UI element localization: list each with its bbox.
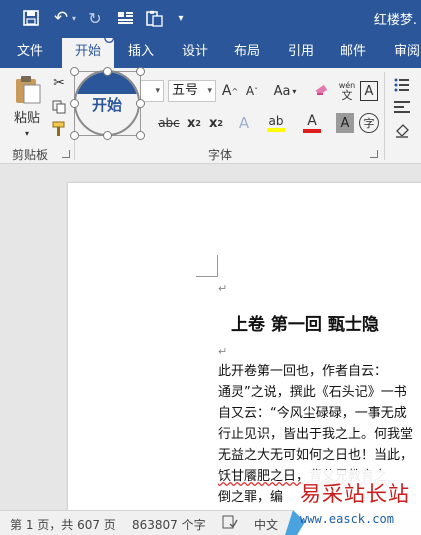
paste-button[interactable]: 粘贴 [8, 74, 46, 126]
resize-handle[interactable] [103, 131, 112, 140]
chapter-heading: 上卷 第一回 甄士隐 [231, 315, 379, 335]
redo-icon[interactable]: ↻ [86, 8, 104, 28]
font-color-button[interactable]: A [298, 110, 326, 136]
body-line: 通灵”之说，撰此《石头记》一书 [218, 385, 407, 400]
rotate-handle-icon[interactable]: ↻ [99, 30, 119, 48]
chevron-down-icon: ▾ [155, 86, 160, 96]
resize-handle[interactable] [103, 67, 112, 76]
change-case-button[interactable]: Aa ▾ [270, 80, 300, 102]
paste-label: 粘贴 [13, 110, 40, 126]
copy-icon[interactable] [50, 98, 68, 116]
proofing-icon[interactable] [222, 514, 238, 533]
bullets-icon[interactable] [392, 76, 412, 94]
tab-references[interactable]: 引用 [276, 36, 326, 68]
home-tab-callout: 开始 [74, 70, 140, 136]
paragraph-mark: ↵ [218, 282, 228, 295]
character-shading-button[interactable]: A [336, 113, 354, 133]
enclose-characters-button[interactable]: 字 [359, 113, 379, 133]
font-size-value: 五号 [172, 83, 199, 98]
document-title: 红楼梦. [373, 13, 417, 28]
watermark-url: www.easck.com [300, 512, 394, 526]
save-icon[interactable] [22, 8, 40, 28]
clipboard-icon[interactable] [144, 8, 164, 28]
body-line: 自又云：“今风尘碌碌，一事无成 [218, 406, 407, 421]
paste-dropdown-icon[interactable]: ▾ [22, 128, 32, 138]
tab-review[interactable]: 审阅 [384, 36, 421, 68]
subscript-button[interactable]: x2 [184, 112, 204, 134]
resize-handle[interactable] [70, 67, 79, 76]
ribbon: 粘贴 ▾ ✂ 剪贴板 ▾ 五号 ▾ A ^ Aˇ Aa ▾ wén 文 A abc … [0, 68, 421, 164]
superscript-button[interactable]: x2 [206, 112, 226, 134]
title-bar: ↶ ▾ ↻ ▾ 红楼梦. [0, 0, 421, 36]
undo-icon[interactable]: ↶ [52, 8, 70, 28]
page-count[interactable]: 第 1 页，共 607 页 [10, 516, 116, 533]
text-effect-button[interactable]: A [234, 112, 254, 134]
tab-file[interactable]: 文件 [6, 36, 54, 68]
resize-handle[interactable] [136, 131, 145, 140]
resize-handle[interactable] [136, 99, 145, 108]
customize-qat-icon[interactable]: ▾ [176, 8, 186, 28]
align-left-icon[interactable] [392, 98, 412, 116]
clear-format-icon[interactable] [312, 80, 332, 102]
format-painter-icon[interactable] [50, 120, 68, 138]
grow-font-button[interactable]: A ^ [220, 80, 240, 102]
shrink-font-button[interactable]: Aˇ [242, 80, 262, 102]
strikethrough-button[interactable]: abc [156, 112, 182, 134]
body-line: 倒之罪，编 [218, 490, 284, 505]
paragraph-mark: ↵ [218, 345, 228, 358]
ribbon-tabs: 文件 开始 插入 设计 布局 引用 邮件 审阅 [0, 36, 421, 68]
resize-handle[interactable] [70, 99, 79, 108]
shading-icon[interactable] [392, 120, 414, 140]
chevron-down-icon: ▾ [207, 86, 212, 96]
body-line: 无益之大无可如何之日也！当此， [218, 448, 414, 463]
font-name-combo[interactable]: ▾ [140, 80, 164, 102]
group-separator [384, 72, 385, 160]
page-corner-mark [196, 255, 218, 277]
layout-icon[interactable] [116, 8, 134, 28]
phonetic-guide-button[interactable]: wén 文 [336, 78, 358, 104]
watermark-text: 易采站长站 [300, 482, 410, 506]
font-launcher-icon[interactable] [370, 150, 378, 158]
tab-insert[interactable]: 插入 [118, 36, 164, 68]
font-group-label: 字体 [208, 148, 233, 162]
callout-label: 开始 [76, 94, 138, 116]
paste-icon [16, 75, 41, 103]
language-indicator[interactable]: 中文 [254, 516, 278, 533]
body-line: 行止见识，皆出于我之上。何我堂 [218, 427, 414, 442]
word-count[interactable]: 863807 个字 [132, 516, 206, 533]
character-border-button[interactable]: A [360, 81, 378, 101]
cut-icon[interactable]: ✂ [50, 74, 68, 92]
tab-mailings[interactable]: 邮件 [330, 36, 376, 68]
clipboard-launcher-icon[interactable] [62, 150, 70, 158]
undo-dropdown-icon[interactable]: ▾ [70, 8, 78, 28]
tab-design[interactable]: 设计 [170, 36, 220, 68]
clipboard-group-label: 剪贴板 [12, 148, 49, 162]
font-size-combo[interactable]: 五号 ▾ [168, 80, 216, 102]
resize-handle[interactable] [136, 67, 145, 76]
body-line: 此开卷第一回也，作者自云： [218, 364, 388, 379]
tab-layout[interactable]: 布局 [224, 36, 270, 68]
highlight-button[interactable]: ab [262, 110, 290, 136]
resize-handle[interactable] [70, 131, 79, 140]
